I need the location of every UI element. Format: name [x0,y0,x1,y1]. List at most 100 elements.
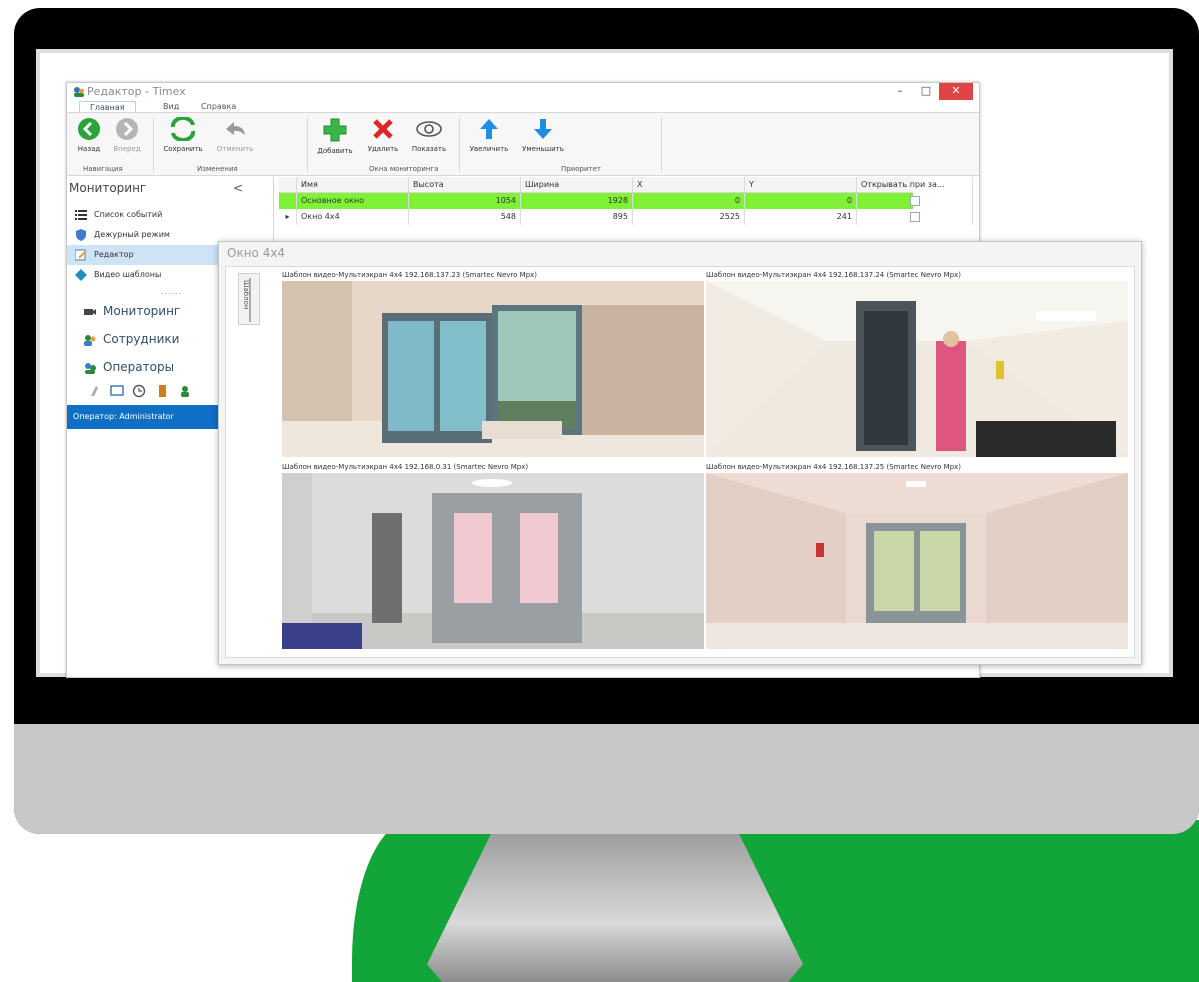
door-mini-icon[interactable] [159,385,166,397]
operators-icon [85,363,96,374]
nav-item-label: Редактор [94,250,134,259]
column-header-open-on-start[interactable]: Открывать при за... [857,177,973,193]
cell-width[interactable]: 1928 [521,193,633,209]
cell-width[interactable]: 895 [521,209,633,225]
camera-icon [84,309,96,315]
column-header-width[interactable]: Ширина [521,177,633,193]
delete-label: Удалить [367,145,399,153]
app-icon [74,87,84,97]
nav-section-label: Сотрудники [103,332,180,346]
arrow-down-icon [534,119,552,139]
camera-tile[interactable]: Шаблон видео-Мультиэкран 4x4 192.168.137… [706,463,1128,651]
grid-header-marker [279,177,297,193]
column-header-y[interactable]: Y [745,177,857,193]
cell-y[interactable]: 0 [745,193,857,209]
ribbon: Назад Вперед Навигация Сохранить Отменит… [67,112,979,176]
camera-feed [706,473,1128,649]
nav-item-events[interactable]: Список событий [67,205,273,225]
tab-view[interactable]: Вид [163,101,179,112]
cell-name[interactable]: Основное окно [297,193,409,209]
undo-icon [226,122,245,135]
cell-x[interactable]: 0 [633,193,745,209]
template-side-tab[interactable]: Шаблон [238,273,260,325]
close-button[interactable]: ✕ [939,83,973,100]
maximize-button[interactable]: □ [913,83,939,100]
group-priority-label: Приоритет [561,165,601,173]
camera-feed [282,281,704,457]
forward-label: Вперед [113,145,141,153]
video-grid-panel: Шаблон Шаблон видео-Мультиэкран 4x4 192.… [225,266,1135,658]
decrease-priority-button[interactable]: Уменьшить [519,117,567,153]
row-marker: ▸ [279,209,297,225]
camera-title: Шаблон видео-Мультиэкран 4x4 192.168.137… [282,271,538,279]
open-on-start-checkbox[interactable] [909,211,920,222]
monitor-stand [427,834,803,982]
back-icon [78,118,100,140]
column-header-height[interactable]: Высота [409,177,521,193]
monitor-chin [14,724,1199,834]
nav-item-label: Видео шаблоны [94,270,162,279]
cell-y[interactable]: 241 [745,209,857,225]
ribbon-separator [307,117,308,173]
editor-icon [75,249,87,261]
clock-mini-icon[interactable] [132,384,146,398]
back-label: Назад [77,145,101,153]
window-title: Редактор - Timex [87,85,186,98]
cell-height[interactable]: 1054 [409,193,521,209]
title-bar: Редактор - Timex – □ ✕ [67,83,979,101]
list-icon [75,210,87,220]
shield-icon [76,229,86,241]
row-marker [279,193,297,209]
table-row[interactable]: Основное окно 1054 1928 0 0 [279,193,973,209]
plus-icon [323,118,347,142]
forward-button[interactable]: Вперед [109,117,145,153]
window-mini-icon[interactable] [110,385,124,396]
collapse-button[interactable]: < [233,181,243,195]
camera-feed [706,281,1128,457]
back-button[interactable]: Назад [71,117,107,153]
cell-open-on-start [857,209,973,225]
cell-open-on-start [857,193,973,209]
increase-priority-button[interactable]: Увеличить [465,117,513,153]
camera-tile[interactable]: Шаблон видео-Мультиэкран 4x4 192.168.137… [706,271,1128,459]
nav-section-label: Операторы [103,360,175,374]
nav-section-label: Мониторинг [103,304,181,318]
diamond-icon [75,269,87,281]
settings-mini-icon[interactable] [91,386,98,396]
group-navigation-label: Навигация [83,165,123,173]
undo-label: Отменить [216,145,254,153]
nav-header: Мониторинг [69,181,147,195]
column-header-name[interactable]: Имя [297,177,409,193]
tab-help[interactable]: Справка [201,101,236,112]
delete-button[interactable]: Удалить [363,117,403,153]
camera-title: Шаблон видео-Мультиэкран 4x4 192.168.0.3… [282,463,529,471]
cell-height[interactable]: 548 [409,209,521,225]
undo-button[interactable]: Отменить [211,117,259,153]
column-header-x[interactable]: X [633,177,745,193]
ribbon-separator [459,117,460,173]
arrow-up-icon [480,119,498,139]
windows-grid: Имя Высота Ширина X Y Открывать при за..… [279,177,973,227]
save-button[interactable]: Сохранить [159,117,207,153]
splitter-grip[interactable]: ...... [161,287,182,296]
side-tab-label: Шаблон [242,280,250,310]
camera-tile[interactable]: Шаблон видео-Мультиэкран 4x4 192.168.0.3… [282,463,704,651]
table-row[interactable]: ▸ Окно 4x4 548 895 2525 241 [279,209,973,225]
person-mini-icon[interactable] [181,386,189,397]
video-window-title: Окно 4x4 [227,246,286,260]
minimize-button[interactable]: – [887,83,913,100]
delete-x-icon [373,119,393,139]
camera-tile[interactable]: Шаблон видео-Мультиэкран 4x4 192.168.137… [282,271,704,459]
show-button[interactable]: Показать [407,117,451,153]
refresh-icon [170,117,196,141]
add-button[interactable]: Добавить [313,117,357,155]
cell-x[interactable]: 2525 [633,209,745,225]
employees-icon [84,335,96,346]
video-window: Окно 4x4 Шаблон Шаблон видео-Мультиэкран… [218,241,1142,665]
ribbon-separator [661,117,662,173]
forward-icon [116,118,138,140]
open-on-start-checkbox[interactable] [909,195,920,206]
show-label: Показать [411,145,447,153]
camera-feed [282,473,704,649]
cell-name[interactable]: Окно 4x4 [297,209,409,225]
